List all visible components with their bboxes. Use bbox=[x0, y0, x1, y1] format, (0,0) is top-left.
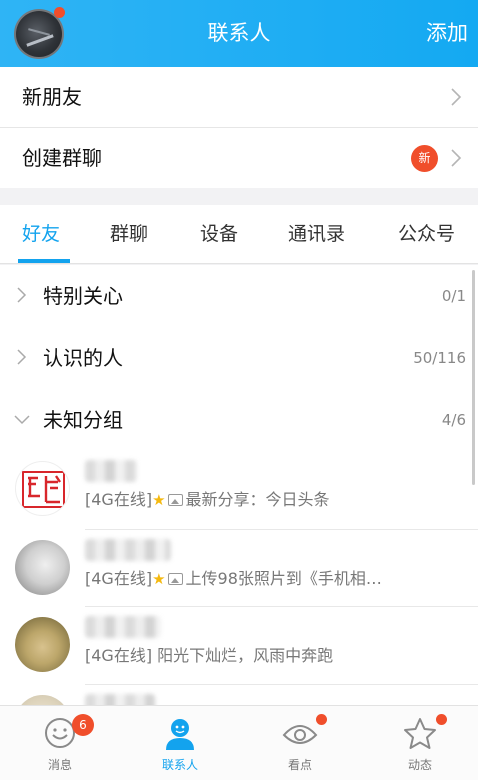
blurred-name bbox=[85, 539, 171, 561]
tab-address-book[interactable]: 通讯录 bbox=[288, 205, 345, 263]
active-tab-indicator bbox=[18, 259, 70, 263]
avatar bbox=[15, 617, 70, 672]
group-name: 认识的人 bbox=[43, 346, 123, 370]
status-text: 阳光下灿烂，风雨中奔跑 bbox=[157, 646, 334, 665]
group-count: 50/116 bbox=[413, 349, 466, 367]
list-item[interactable]: [4G在线]★ 上传98张照片到《手机相… bbox=[0, 530, 478, 608]
nav-activity[interactable]: 动态 bbox=[360, 706, 478, 780]
group-count: 4/6 bbox=[441, 411, 466, 429]
new-friends-row[interactable]: 新朋友 bbox=[0, 67, 478, 127]
new-badge: 新 bbox=[411, 145, 438, 172]
chevron-right-icon bbox=[17, 287, 27, 303]
bottom-nav: 6 消息 联系人 看点 动态 bbox=[0, 705, 478, 780]
create-group-row[interactable]: 创建群聊 新 bbox=[0, 128, 478, 188]
notification-dot bbox=[436, 714, 447, 725]
list-item[interactable]: [4G在线] 阳光下灿烂，风雨中奔跑 bbox=[0, 607, 478, 685]
contact-status: [4G在线]★ 最新分享：今日头条 bbox=[85, 487, 330, 513]
new-friends-label: 新朋友 bbox=[22, 85, 82, 109]
chevron-down-icon bbox=[14, 415, 30, 425]
tab-friends[interactable]: 好友 bbox=[22, 205, 60, 263]
top-bar: 联系人 添加 bbox=[0, 0, 478, 67]
nav-watch[interactable]: 看点 bbox=[240, 706, 360, 780]
unread-count-badge: 6 bbox=[72, 714, 94, 736]
scrollbar[interactable] bbox=[472, 270, 475, 485]
tab-groups[interactable]: 群聊 bbox=[110, 205, 148, 263]
nav-messages[interactable]: 6 消息 bbox=[0, 706, 120, 780]
group-name: 未知分组 bbox=[43, 408, 123, 432]
avatar bbox=[15, 695, 70, 705]
contact-status: [4G在线]★ 上传98张照片到《手机相… bbox=[85, 566, 382, 592]
status-text: 最新分享：今日头条 bbox=[185, 490, 330, 509]
group-row[interactable]: 认识的人 50/116 bbox=[0, 327, 478, 389]
add-button[interactable]: 添加 bbox=[426, 0, 468, 67]
image-icon bbox=[167, 494, 183, 506]
avatar bbox=[15, 540, 70, 595]
tab-official-accounts[interactable]: 公众号 bbox=[398, 205, 455, 263]
seal-logo-icon bbox=[22, 471, 65, 508]
chevron-right-icon bbox=[451, 88, 462, 106]
chevron-right-icon bbox=[451, 149, 462, 167]
nav-label: 消息 bbox=[47, 758, 72, 772]
nav-label: 看点 bbox=[287, 758, 312, 772]
group-row[interactable]: 未知分组 4/6 bbox=[0, 389, 478, 451]
status-prefix: [4G在线] bbox=[85, 646, 153, 665]
nav-contacts[interactable]: 联系人 bbox=[120, 706, 240, 780]
group-row[interactable]: 特别关心 0/1 bbox=[0, 265, 478, 327]
star-icon bbox=[404, 718, 436, 749]
group-count: 0/1 bbox=[441, 287, 466, 305]
blurred-name bbox=[85, 616, 161, 638]
page-title: 联系人 bbox=[207, 21, 271, 45]
list-item[interactable] bbox=[0, 685, 478, 705]
blurred-name bbox=[85, 460, 137, 482]
status-text: 上传98张照片到《手机相… bbox=[185, 569, 382, 588]
nav-label: 联系人 bbox=[161, 758, 198, 772]
blurred-name bbox=[85, 694, 155, 705]
contacts-person-icon bbox=[166, 719, 194, 750]
avatar bbox=[15, 461, 70, 516]
chevron-right-icon bbox=[17, 349, 27, 365]
list-item[interactable]: [4G在线]★ 最新分享：今日头条 bbox=[0, 451, 478, 529]
star-icon: ★ bbox=[152, 491, 166, 509]
image-icon bbox=[167, 573, 183, 585]
tab-devices[interactable]: 设备 bbox=[200, 205, 238, 263]
create-group-label: 创建群聊 bbox=[22, 146, 102, 170]
status-prefix: [4G在线] bbox=[85, 569, 153, 588]
friend-list: 特别关心 0/1 认识的人 50/116 未知分组 4/6 [4G在线]★ 最新分… bbox=[0, 265, 478, 705]
star-icon: ★ bbox=[152, 570, 166, 588]
eye-icon bbox=[282, 725, 318, 744]
status-prefix: [4G在线] bbox=[85, 490, 153, 509]
group-name: 特别关心 bbox=[43, 284, 123, 308]
contact-tabs: 好友 群聊 设备 通讯录 公众号 bbox=[0, 205, 478, 264]
nav-label: 动态 bbox=[407, 758, 432, 772]
notification-dot bbox=[316, 714, 327, 725]
contact-status: [4G在线] 阳光下灿烂，风雨中奔跑 bbox=[85, 643, 333, 669]
